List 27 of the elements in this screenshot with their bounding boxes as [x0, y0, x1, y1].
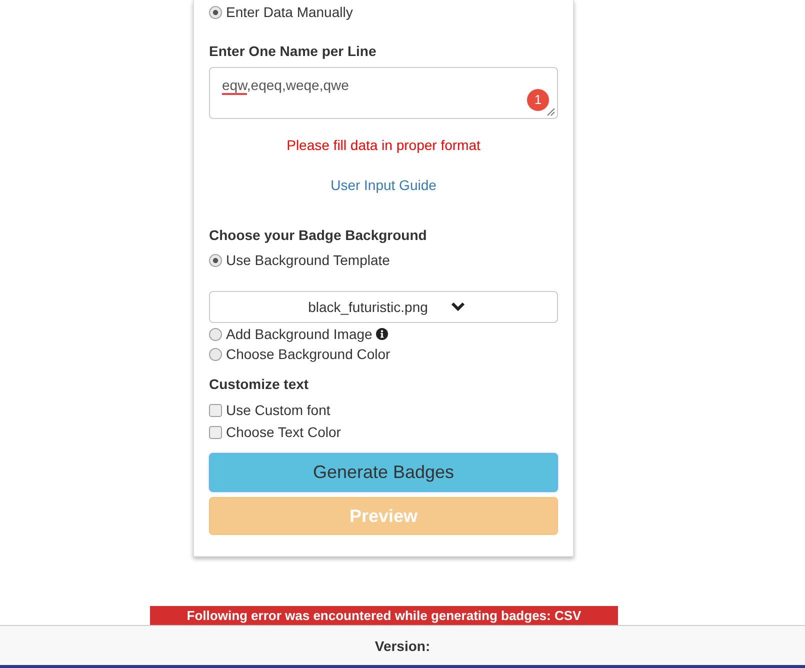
version-label: Version:: [374, 638, 430, 654]
names-text-field[interactable]: eqw,eqeq,weqe,qwe 1: [209, 67, 558, 119]
resize-grip-icon[interactable]: [547, 108, 555, 116]
radio-label: Use Background Template: [226, 251, 390, 270]
misspelled-word: eqw: [222, 77, 247, 93]
section-heading: Choose your Badge Background: [209, 226, 427, 244]
radio-label: Enter Data Manually: [226, 3, 353, 22]
error-banner-message: Following error was encountered while generating badges: CSV: [186, 608, 582, 624]
info-icon[interactable]: [376, 328, 388, 340]
error-count-badge: 1: [527, 89, 549, 111]
radio-button[interactable]: [209, 6, 222, 18]
section-heading: Customize text: [209, 375, 309, 393]
radio-label: Add Background Image: [226, 325, 372, 344]
field-label: Enter One Name per Line: [209, 42, 376, 60]
generate-button[interactable]: Generate Badges: [209, 453, 558, 492]
radio-button[interactable]: [209, 254, 222, 266]
radio-button[interactable]: [209, 348, 222, 360]
user-input-guide-link[interactable]: User Input Guide: [330, 175, 436, 195]
checkbox[interactable]: [209, 426, 222, 438]
radio-button[interactable]: [209, 328, 222, 340]
chevron-down-icon: [450, 302, 465, 312]
validation-error-message: Please fill data in proper format: [286, 136, 480, 155]
background-template-select[interactable]: black_futuristic.png: [209, 291, 558, 323]
checkbox-label: Choose Text Color: [226, 423, 341, 442]
checkbox-label: Use Custom font: [226, 401, 330, 420]
checkbox[interactable]: [209, 404, 222, 416]
radio-label: Choose Background Color: [226, 345, 390, 364]
